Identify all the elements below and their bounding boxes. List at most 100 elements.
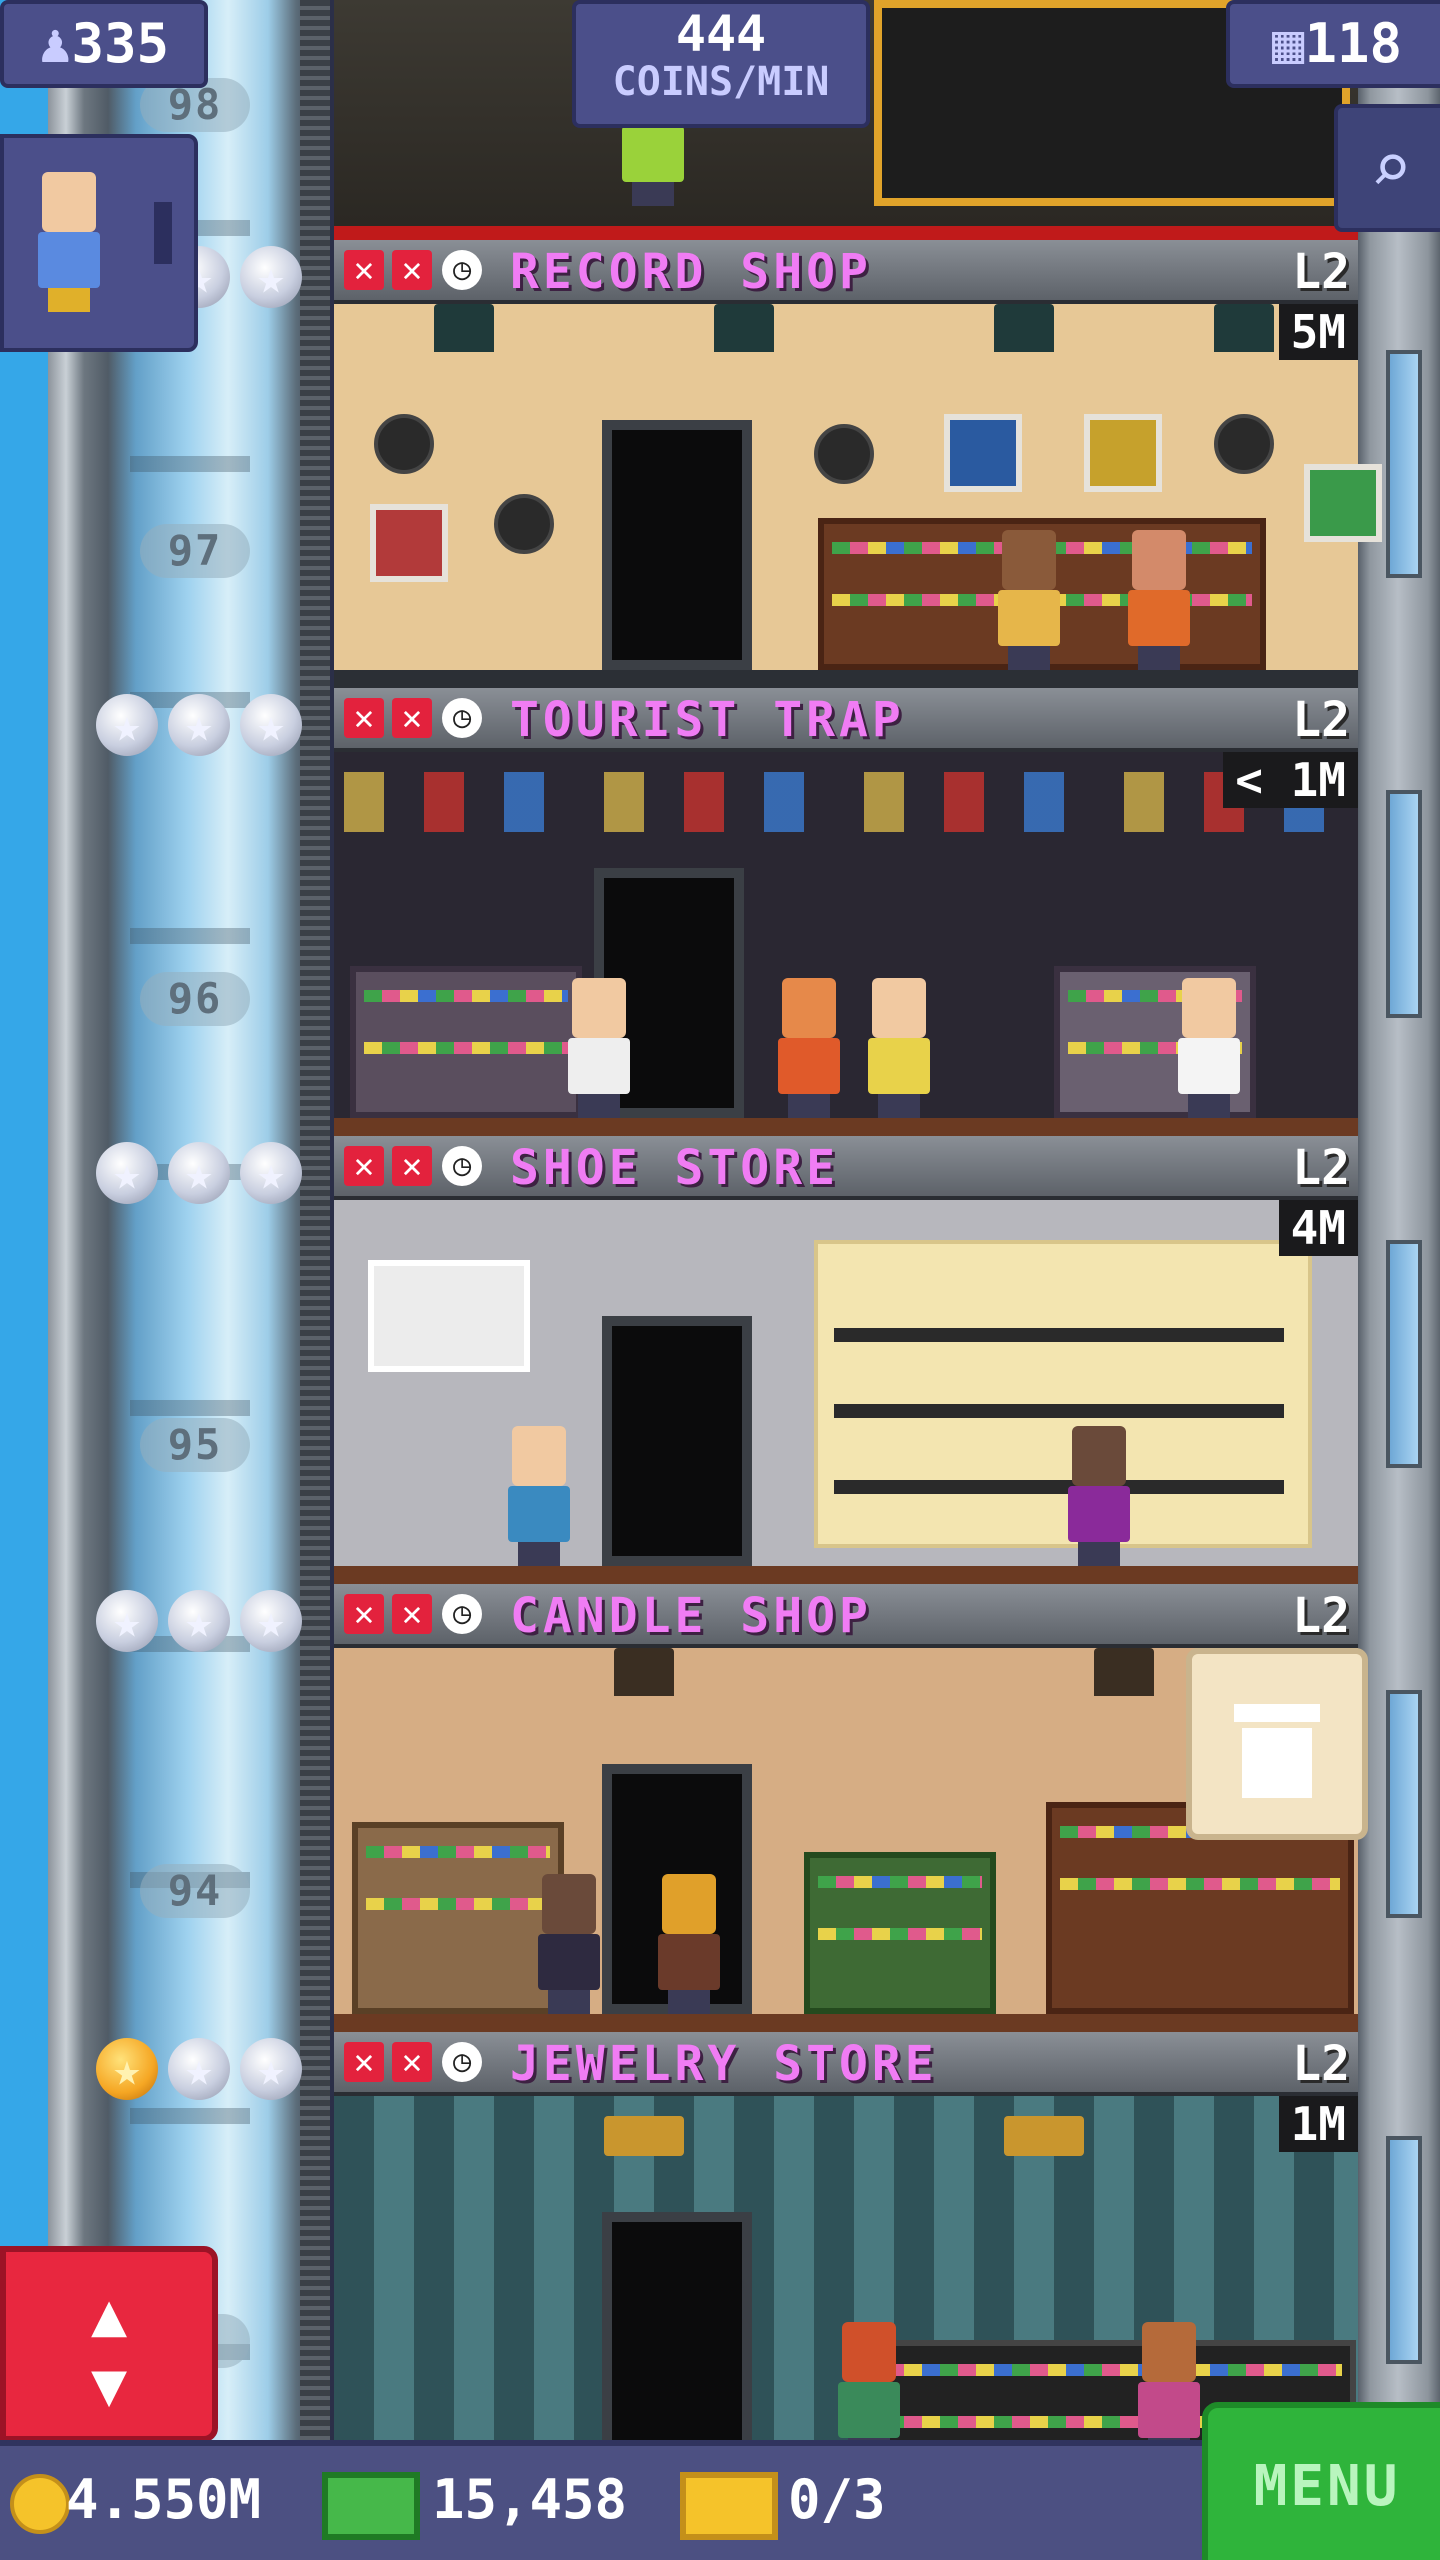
coins-value[interactable]: 4.550M xyxy=(66,2468,261,2532)
floor-name: CANDLE SHOP xyxy=(510,1588,872,1644)
building-window xyxy=(1386,1690,1422,1918)
bitizen[interactable] xyxy=(994,530,1064,670)
floor-interior xyxy=(334,304,1382,688)
star-icon: ★ xyxy=(96,1590,158,1652)
stock-timer: 1M xyxy=(1278,2096,1358,2152)
floor-divider xyxy=(334,226,1358,240)
exclamation-icon xyxy=(154,202,172,264)
person-icon: ♟ xyxy=(38,12,72,75)
x-icon: ✕ xyxy=(344,2042,384,2082)
coins-per-min-unit: COINS/MIN xyxy=(612,59,830,105)
bux-icon xyxy=(322,2472,420,2540)
shaft-floor-number: 97 xyxy=(140,524,250,578)
floor-stars: ★★★ xyxy=(96,1142,308,1208)
floor-counter[interactable]: ▦118 xyxy=(1226,0,1440,88)
bux-value[interactable]: 15,458 xyxy=(432,2468,627,2532)
stock-timer: 5M xyxy=(1278,304,1358,360)
bitizen[interactable] xyxy=(534,1874,604,2014)
floor-name: TOURIST TRAP xyxy=(510,692,905,748)
magnifier-icon: ⌕ xyxy=(1369,127,1413,209)
building-window xyxy=(1386,2136,1422,2364)
x-icon: ✕ xyxy=(344,250,384,290)
floor-level: L2 xyxy=(1292,692,1350,748)
up-arrow-icon: ▲ xyxy=(90,2280,128,2350)
floor-header[interactable]: ✕ ✕ ◷ CANDLE SHOP L2 xyxy=(334,1584,1358,1648)
bitizen-avatar xyxy=(34,172,104,312)
tickets-value[interactable]: 0/3 xyxy=(788,2468,886,2532)
population-counter[interactable]: ♟335 xyxy=(0,0,208,88)
building-icon: ▦ xyxy=(1271,12,1305,75)
star-icon: ★ xyxy=(168,694,230,756)
bitizen[interactable] xyxy=(654,1874,724,2014)
building-window xyxy=(1386,790,1422,1018)
x-icon: ✕ xyxy=(392,698,432,738)
star-icon: ★ xyxy=(240,1590,302,1652)
elevator-button[interactable]: ▲ ▼ xyxy=(0,2246,218,2442)
menu-button[interactable]: MENU xyxy=(1202,2402,1440,2560)
floor-header[interactable]: ✕ ✕ ◷ JEWELRY STORE L2 xyxy=(334,2032,1358,2096)
population-value: 335 xyxy=(71,12,170,75)
star-icon: ★ xyxy=(168,1142,230,1204)
bitizen[interactable] xyxy=(1174,978,1244,1118)
trash-button[interactable] xyxy=(1186,1648,1368,1840)
x-icon: ✕ xyxy=(392,1594,432,1634)
floor-stars: ★★★ xyxy=(96,694,308,760)
bitizen[interactable] xyxy=(774,978,844,1118)
star-icon: ★ xyxy=(240,246,302,308)
floor-header[interactable]: ✕ ✕ ◷ SHOE STORE L2 xyxy=(334,1136,1358,1200)
clock-icon: ◷ xyxy=(442,250,482,290)
floor-record-shop[interactable]: ✕ ✕ ◷ RECORD SHOP L2 5M xyxy=(334,240,1382,688)
bitizen-alert-button[interactable] xyxy=(0,134,198,352)
building-window xyxy=(1386,1240,1422,1468)
coin-icon xyxy=(10,2474,70,2534)
shaft-floor-number: 94 xyxy=(140,1864,250,1918)
shaft-floor-number: 96 xyxy=(140,972,250,1026)
shop-door xyxy=(602,420,752,670)
x-icon: ✕ xyxy=(344,698,384,738)
golden-ticket-icon xyxy=(680,2472,778,2540)
floor-interior xyxy=(334,1200,1358,1584)
floor-level: L2 xyxy=(1292,2036,1350,2092)
bitizen[interactable] xyxy=(864,978,934,1118)
shop-door xyxy=(602,1316,752,1566)
trash-icon-body xyxy=(1242,1728,1312,1798)
floor-level: L2 xyxy=(1292,1140,1350,1196)
stock-timer: < 1M xyxy=(1223,752,1358,808)
x-icon: ✕ xyxy=(392,2042,432,2082)
shop-door xyxy=(602,2212,752,2462)
star-icon: ★ xyxy=(240,694,302,756)
search-button[interactable]: ⌕ xyxy=(1334,104,1440,232)
floor-name: SHOE STORE xyxy=(510,1140,839,1196)
down-arrow-icon: ▼ xyxy=(90,2350,128,2420)
clock-icon: ◷ xyxy=(442,1594,482,1634)
floor-stars: ★★★ xyxy=(96,1590,308,1656)
star-icon: ★ xyxy=(168,1590,230,1652)
floor-header[interactable]: ✕ ✕ ◷ TOURIST TRAP L2 xyxy=(334,688,1358,752)
floor-name: JEWELRY STORE xyxy=(510,2036,938,2092)
floor-shoe-store[interactable]: ✕ ✕ ◷ SHOE STORE L2 4M xyxy=(334,1136,1358,1584)
shaft-floor-number: 95 xyxy=(140,1418,250,1472)
gold-star-icon: ★ xyxy=(96,2038,158,2100)
coins-per-min-value: 444 xyxy=(675,5,767,63)
floor-header[interactable]: ✕ ✕ ◷ RECORD SHOP L2 xyxy=(334,240,1358,304)
star-icon: ★ xyxy=(240,2038,302,2100)
x-icon: ✕ xyxy=(392,250,432,290)
clock-icon: ◷ xyxy=(442,2042,482,2082)
bitizen[interactable] xyxy=(504,1426,574,1566)
x-icon: ✕ xyxy=(344,1594,384,1634)
bitizen[interactable] xyxy=(564,978,634,1118)
floor-count-value: 118 xyxy=(1304,12,1403,75)
tower-screen: 98 97 96 95 94 93 xyxy=(0,0,1440,2560)
floor-tourist-trap[interactable]: ✕ ✕ ◷ TOURIST TRAP L2 < 1M xyxy=(334,688,1358,1136)
x-icon: ✕ xyxy=(392,1146,432,1186)
clock-icon: ◷ xyxy=(442,1146,482,1186)
floor-interior xyxy=(334,752,1358,1136)
coins-per-min: 444 COINS/MIN xyxy=(572,0,870,128)
floor-name: RECORD SHOP xyxy=(510,244,872,300)
bitizen[interactable] xyxy=(1124,530,1194,670)
sky xyxy=(0,0,48,2440)
building-window xyxy=(1386,350,1422,578)
bitizen[interactable] xyxy=(1064,1426,1134,1566)
stock-timer: 4M xyxy=(1278,1200,1358,1256)
star-icon: ★ xyxy=(96,694,158,756)
